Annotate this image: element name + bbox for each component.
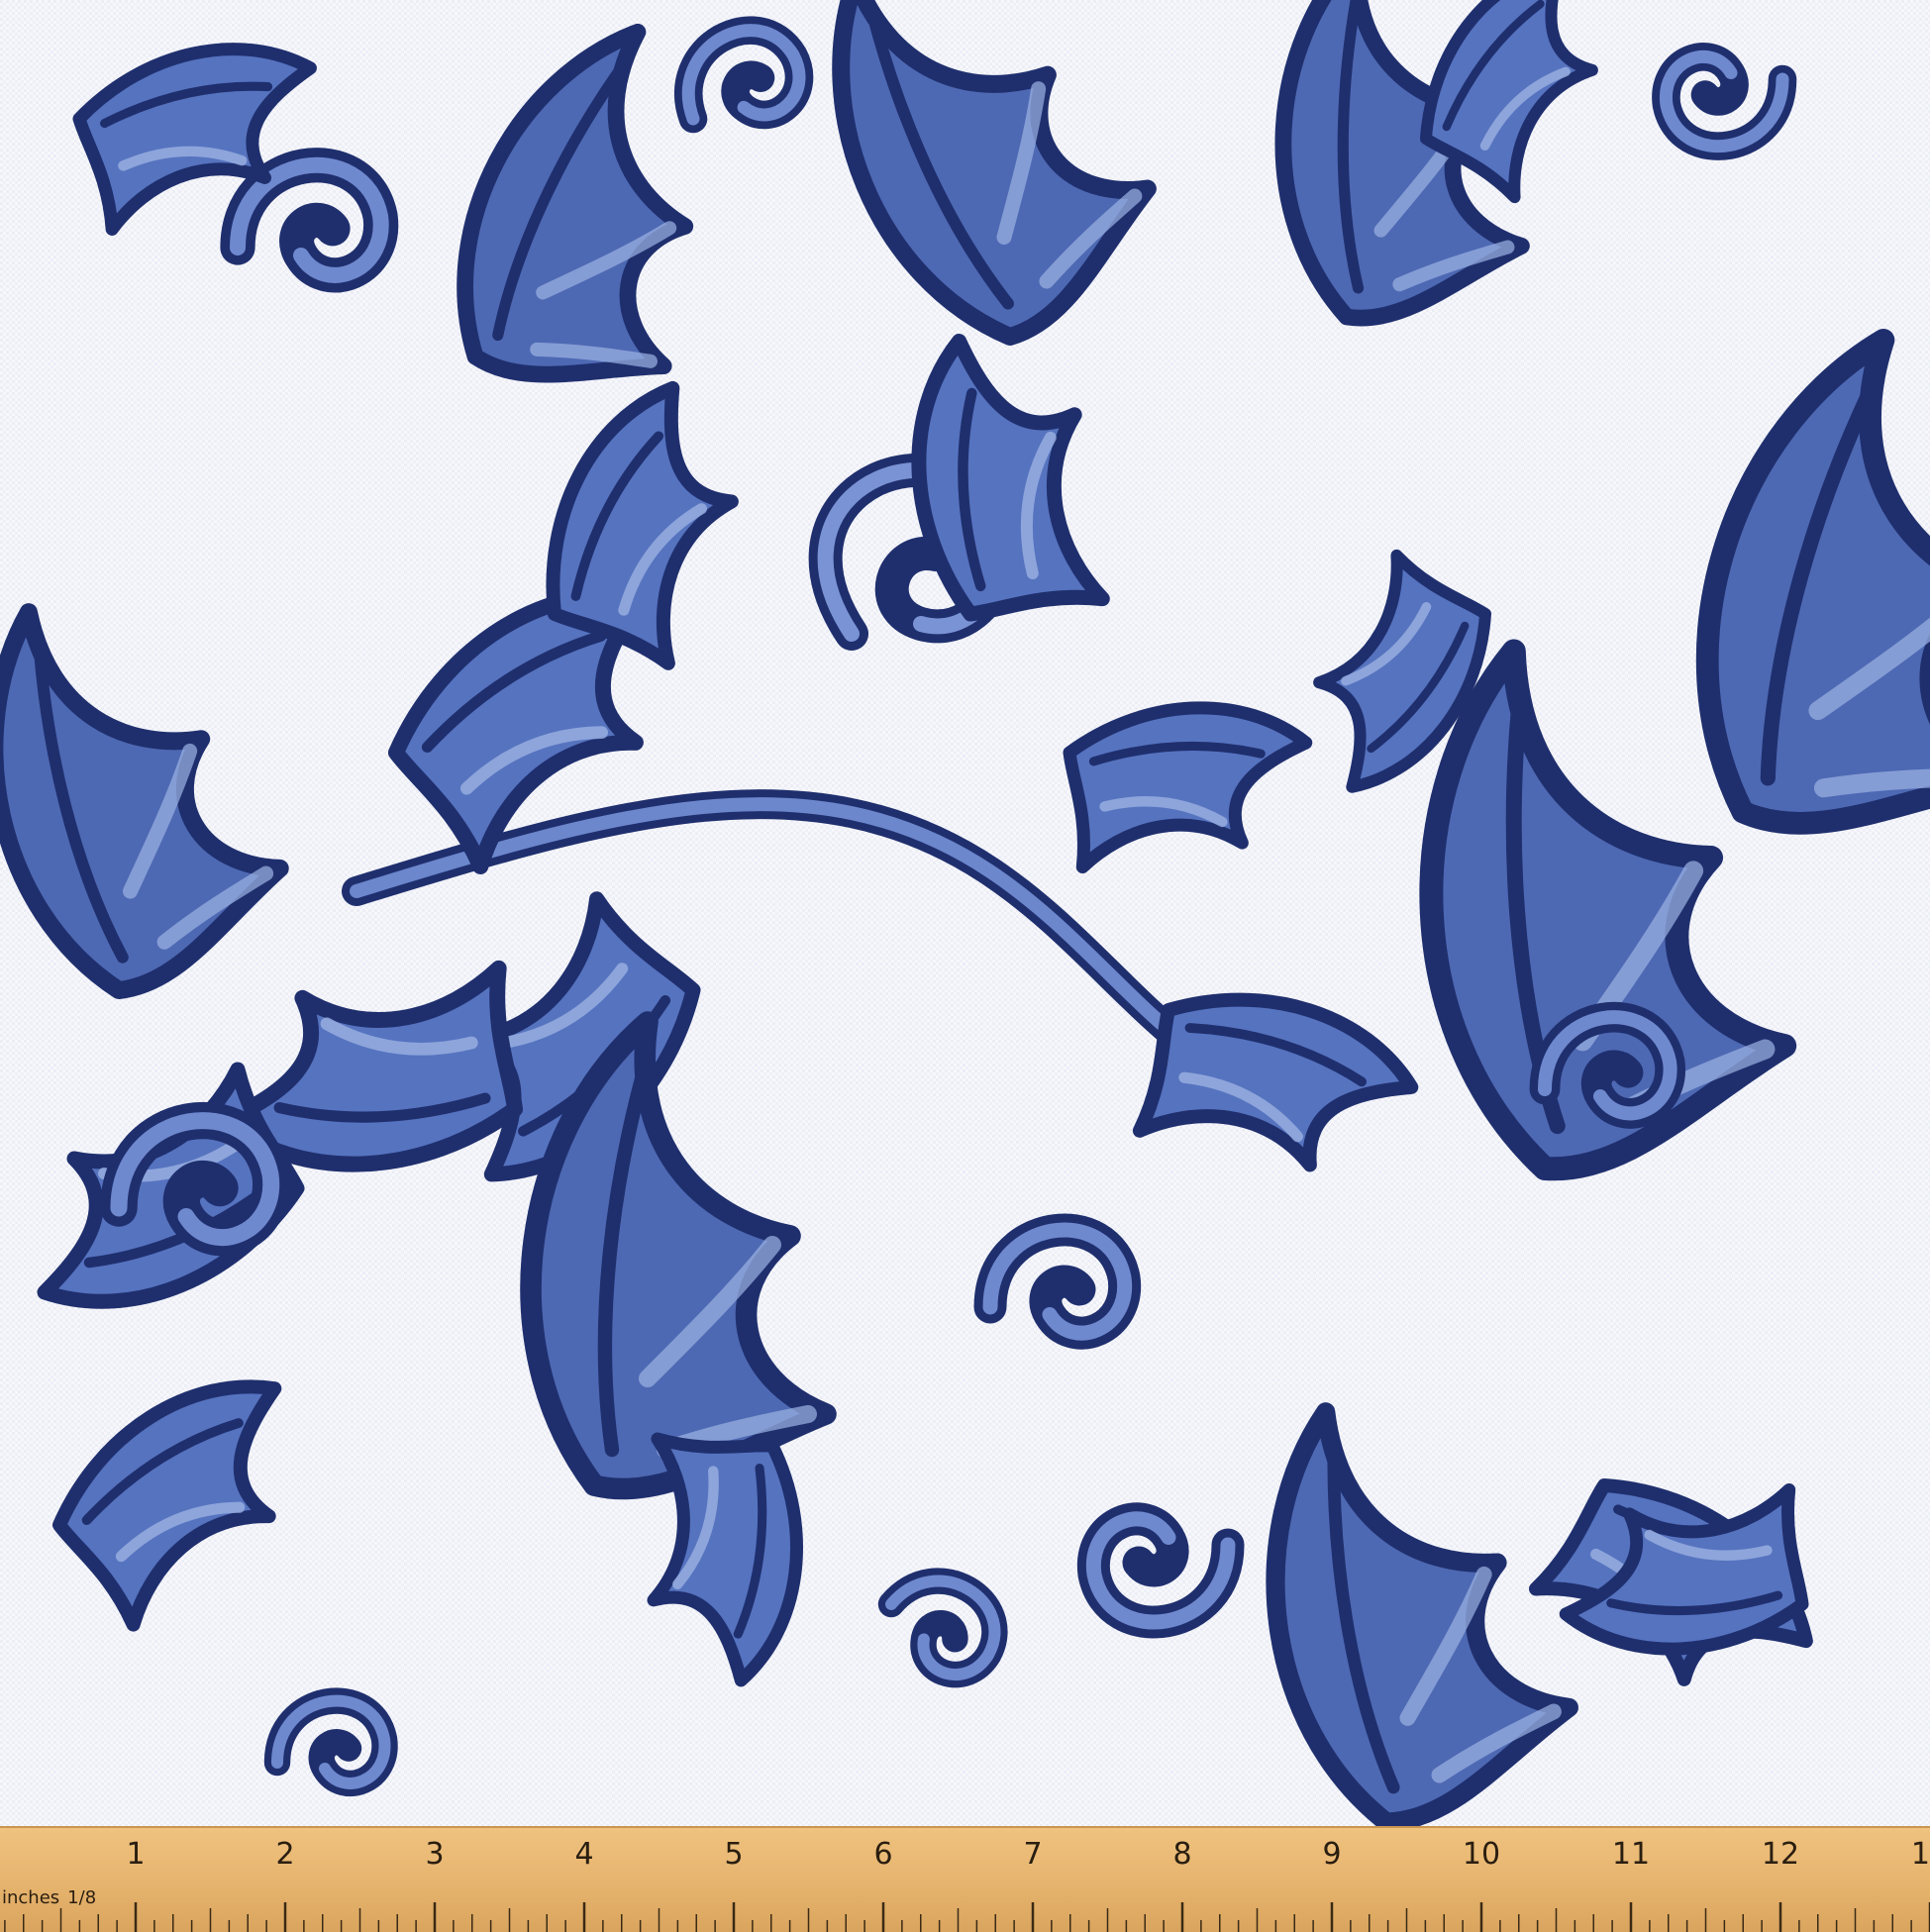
ruler-number: 6 [873, 1837, 893, 1872]
ruler-unit-fraction: 1/8 [67, 1887, 97, 1908]
measuring-ruler: 12345678910111213 inches1/8 [0, 1826, 1930, 1932]
ruler-number: 3 [425, 1837, 445, 1872]
ruler-number: 5 [724, 1837, 744, 1872]
ruler-unit-label: inches 1/8 [2, 1887, 104, 1908]
damask-pattern-graphic [0, 0, 1930, 1826]
ruler-number: 7 [1023, 1837, 1043, 1872]
ruler-number: 13 [1910, 1837, 1930, 1872]
ruler-number: 8 [1172, 1837, 1192, 1872]
ruler-number: 11 [1611, 1837, 1651, 1872]
ruler-number: 9 [1322, 1837, 1342, 1872]
ruler-number: 4 [574, 1837, 594, 1872]
ruler-unit-inches: inches [2, 1887, 60, 1908]
ruler-number: 10 [1462, 1837, 1501, 1872]
ruler-number: 1 [126, 1837, 146, 1872]
ruler-number: 2 [275, 1837, 295, 1872]
ruler-number: 12 [1761, 1837, 1800, 1872]
fabric-pattern [0, 0, 1930, 1826]
